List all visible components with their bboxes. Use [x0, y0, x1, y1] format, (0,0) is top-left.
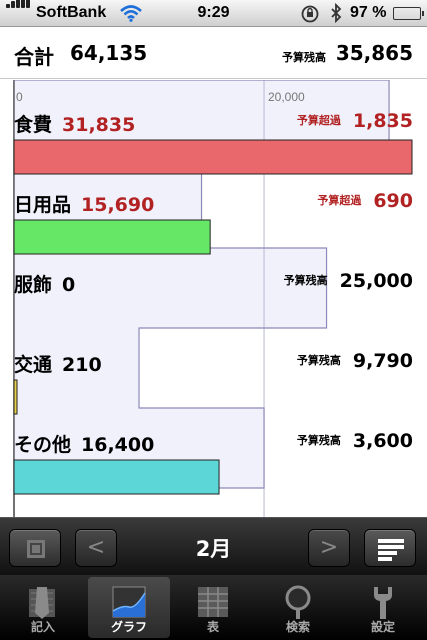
table-icon [198, 587, 228, 617]
category-amount: 16,400 [81, 434, 155, 456]
tab-table[interactable]: 表 [172, 577, 254, 638]
tab-entry[interactable]: 記入 [2, 577, 84, 638]
budget-status: 予算残高 3,600 [297, 430, 413, 452]
budget-status: 予算残高 9,790 [297, 350, 413, 372]
budget-status-value: 9,790 [352, 350, 413, 372]
category-row-label: 交通 210 [14, 350, 102, 377]
category-amount: 0 [62, 274, 76, 296]
bar-0[interactable] [13, 139, 413, 175]
category-name: 日用品 [14, 194, 72, 216]
battery-percentage: 97 % [350, 4, 387, 21]
status-bar: SoftBank 9:29 97 % [0, 0, 427, 27]
category-row-label: 日用品 15,690 [14, 190, 154, 217]
tab-graph-label: グラフ [110, 620, 147, 634]
budget-status-label: 予算残高 [296, 354, 341, 367]
category-amount: 210 [62, 354, 102, 376]
tab-graph[interactable]: グラフ [88, 577, 170, 638]
battery-icon [393, 7, 424, 20]
summary-header: 合計 64,135 予算残高 35,865 [0, 28, 427, 79]
bar-4[interactable] [13, 459, 220, 495]
x-axis-tick-0: 0 [16, 90, 23, 104]
tab-search-label: 検索 [285, 620, 310, 634]
total-value: 64,135 [70, 41, 148, 65]
category-name: 服飾 [14, 274, 53, 296]
magnifier-icon [285, 585, 311, 619]
wrench-icon [374, 587, 392, 619]
category-name: 食費 [14, 114, 53, 136]
budget-status: 予算残高 25,000 [284, 270, 413, 292]
budget-status: 予算超過 690 [317, 190, 413, 212]
budget-remaining-value: 35,865 [335, 41, 413, 65]
bar-1[interactable] [13, 219, 211, 255]
category-row-label: その他 16,400 [14, 430, 154, 457]
budget-status-label: 予算超過 [317, 194, 362, 207]
bar-3[interactable] [13, 379, 18, 415]
category-name: 交通 [14, 354, 53, 376]
budget-status-value: 690 [373, 190, 413, 212]
budget-status-value: 3,600 [352, 430, 413, 452]
rotation-lock-icon [300, 4, 320, 29]
budget-status-label: 予算超過 [296, 114, 341, 127]
budget-status-label: 予算残高 [296, 434, 341, 447]
category-row-label: 服飾 0 [14, 270, 75, 297]
total-label: 合計 [14, 45, 54, 69]
x-axis-tick-20000: 20,000 [268, 90, 305, 104]
tab-table-label: 表 [206, 620, 219, 634]
budget-status: 予算超過 1,835 [297, 110, 413, 132]
pencil-icon [29, 587, 55, 619]
budget-status-value: 1,835 [352, 110, 413, 132]
tab-settings-label: 設定 [370, 620, 395, 634]
tab-search[interactable]: 検索 [257, 577, 339, 638]
budget-remaining-label: 予算残高 [282, 51, 326, 64]
tab-settings[interactable]: 設定 [342, 577, 424, 638]
category-name: その他 [14, 434, 72, 456]
tab-bar: 記入 グラフ 表 検索 設定 [0, 575, 427, 640]
category-amount: 15,690 [81, 194, 155, 216]
current-month: 2月 [195, 537, 232, 561]
tab-entry-label: 記入 [30, 620, 55, 634]
graph-icon [112, 586, 146, 618]
budget-status-value: 25,000 [339, 270, 413, 292]
budget-bar-chart[interactable]: 0 20,000 食費 31,835 予算超過 1,835 日用品 15,690 予算超過 6… [0, 80, 427, 517]
budget-status-label: 予算残高 [283, 274, 328, 287]
category-amount: 31,835 [62, 114, 136, 136]
category-row-label: 食費 31,835 [14, 110, 135, 137]
bluetooth-icon [330, 2, 342, 28]
